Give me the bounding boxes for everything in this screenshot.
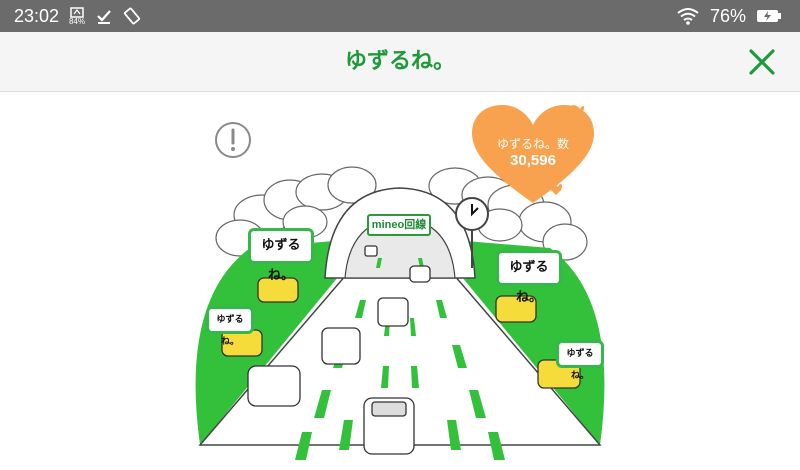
wifi-icon [676, 7, 700, 25]
yuzurune-bubble-4: ゆずるね。 [556, 340, 604, 381]
counter-value: 30,596 [510, 152, 556, 169]
exclamation-icon [215, 122, 251, 158]
info-button[interactable] [214, 121, 252, 159]
battery-small-label: 84% [69, 16, 86, 26]
battery-percent: 76% [709, 5, 746, 26]
page-title: ゆずるね。 [344, 49, 455, 74]
counter-label: ゆずるね。数 [496, 137, 569, 151]
yuzurune-bubble-3: ゆずるね。 [206, 306, 254, 347]
app-bar: ゆずるね。 [0, 32, 800, 92]
highway-illustration [195, 166, 605, 460]
yuzurune-bubble-1: ゆずるね。 [248, 228, 314, 283]
status-bar: 23:02 84% 76% [0, 0, 800, 32]
close-icon [749, 49, 775, 75]
download-done-icon [95, 7, 113, 25]
close-button[interactable] [744, 44, 780, 80]
rotate-icon [123, 7, 141, 25]
status-time: 23:02 [14, 5, 60, 26]
yuzurune-bubble-2: ゆずるね。 [496, 250, 562, 305]
mineo-sign: mineo回線 [367, 214, 431, 236]
battery-charging-icon [756, 8, 782, 24]
battery-saver-icon: 84% [69, 6, 86, 26]
yuzurune-counter: ゆずるね。数 30,596 [470, 103, 596, 215]
